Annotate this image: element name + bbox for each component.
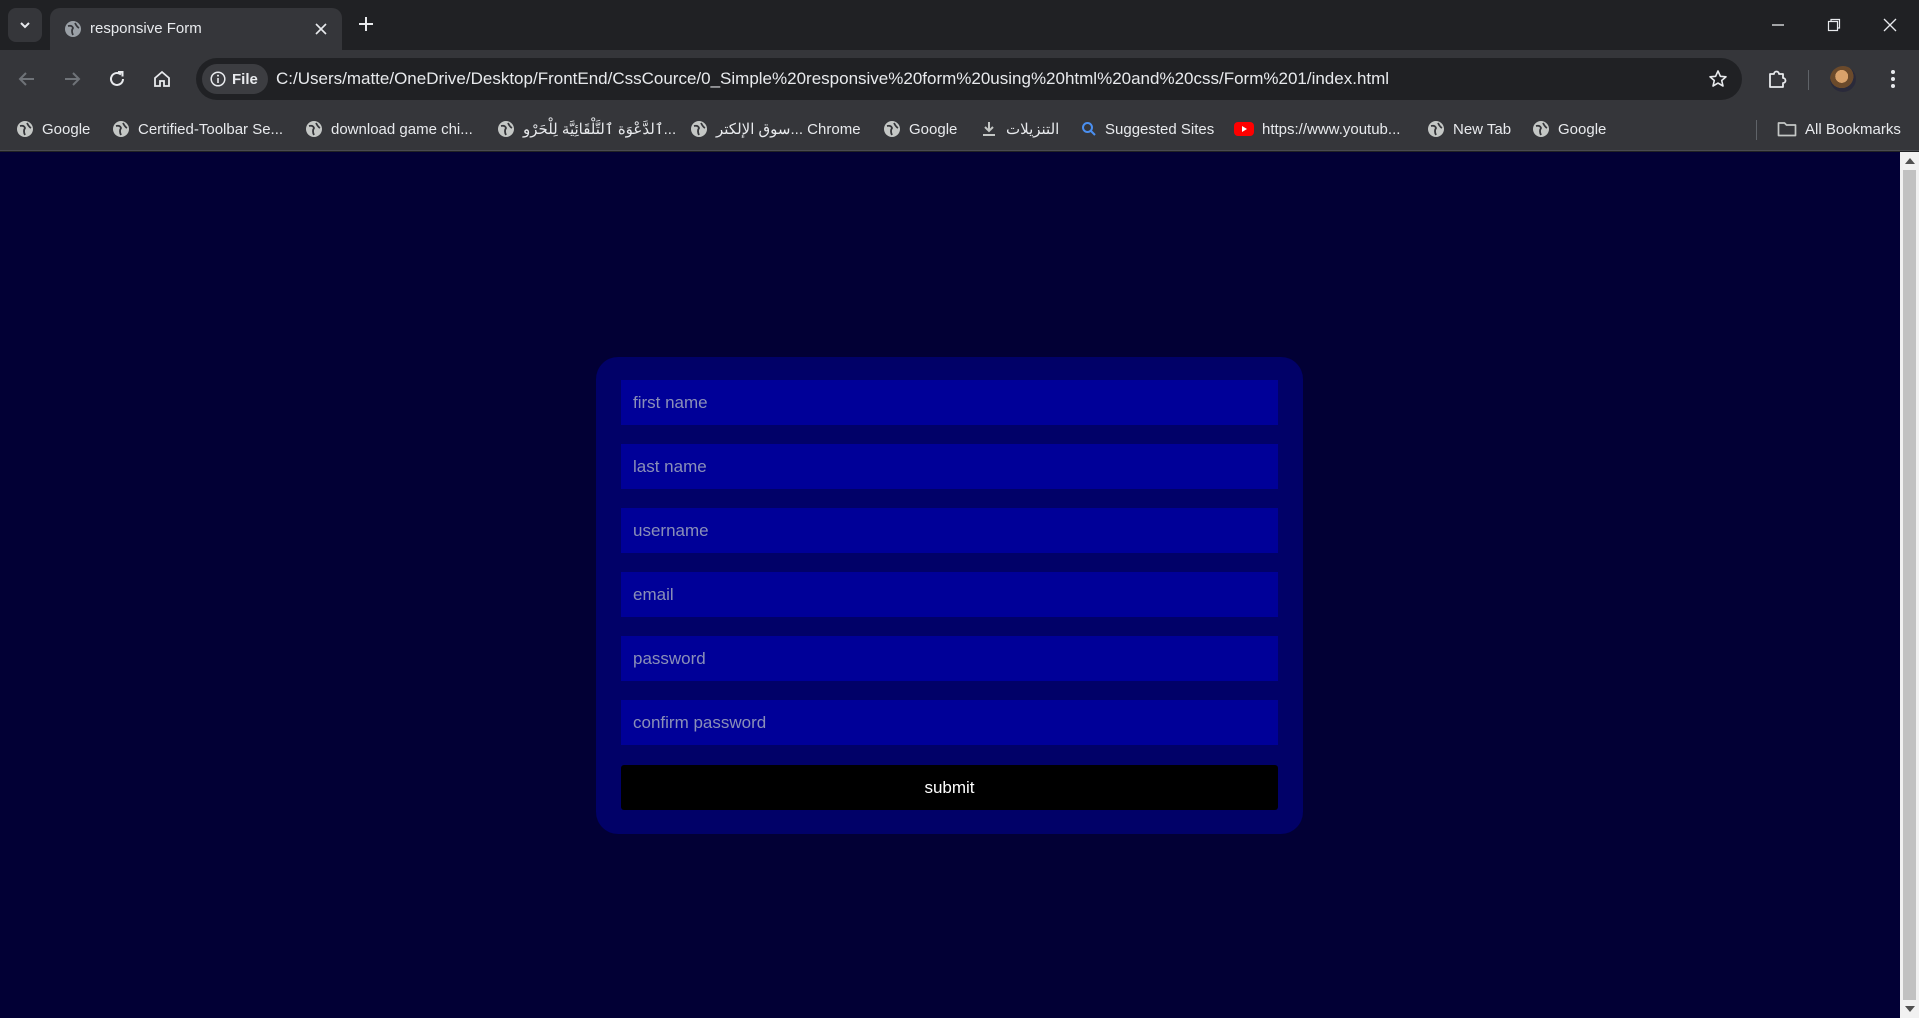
bookmark-label: Google <box>1558 120 1607 138</box>
star-icon <box>1709 70 1727 87</box>
globe-icon <box>884 121 900 137</box>
plus-icon <box>359 17 373 31</box>
browser-toolbar: File C:/Users/matte/OneDrive/Desktop/Fro… <box>0 50 1919 108</box>
bookmark-item[interactable]: Google <box>16 117 90 141</box>
scrollbar[interactable] <box>1900 152 1919 1018</box>
bookmark-item[interactable]: Google <box>1532 117 1606 141</box>
tab-strip: responsive Form <box>0 0 1919 50</box>
avatar <box>1830 66 1856 92</box>
globe-icon <box>306 121 322 137</box>
bookmark-label: Certified-Toolbar Se... <box>138 120 284 138</box>
scroll-up-arrow-icon[interactable] <box>1905 158 1915 164</box>
search-icon <box>1082 122 1096 136</box>
back-button[interactable] <box>10 62 44 96</box>
folder-icon <box>1777 122 1797 137</box>
globe-icon <box>65 21 81 37</box>
bookmark-item[interactable]: New Tab <box>1427 117 1511 141</box>
email-input[interactable] <box>621 572 1278 617</box>
minimize-button[interactable] <box>1750 0 1806 50</box>
bookmark-star-button[interactable] <box>1706 67 1730 91</box>
home-icon <box>154 70 170 87</box>
kebab-menu-icon <box>1891 70 1895 88</box>
bookmark-item[interactable]: https://www.youtub... <box>1234 117 1400 141</box>
extensions-button[interactable] <box>1760 62 1794 96</box>
tab-search-button[interactable] <box>8 8 42 42</box>
arrow-left-icon <box>18 72 34 86</box>
bookmarks-bar: Google Certified-Toolbar Se... download … <box>0 108 1919 151</box>
scroll-down-arrow-icon[interactable] <box>1905 1006 1915 1012</box>
menu-button[interactable] <box>1876 62 1910 96</box>
bookmark-label: ٱلدَّعْوَة ٱلتَّلْقَائِيَّة لِلْحَرْو... <box>523 121 677 138</box>
globe-icon <box>17 121 33 137</box>
globe-icon <box>691 121 707 137</box>
confirm-password-input[interactable] <box>621 700 1278 745</box>
bookmark-label: Google <box>909 120 958 138</box>
forward-button[interactable] <box>55 62 89 96</box>
globe-icon <box>1533 121 1549 137</box>
bookmark-label: Suggested Sites <box>1105 120 1215 138</box>
globe-icon <box>498 121 514 137</box>
last-name-input[interactable] <box>621 444 1278 489</box>
globe-icon <box>113 121 129 137</box>
bookmark-item[interactable]: Suggested Sites <box>1081 117 1214 141</box>
restore-button[interactable] <box>1806 0 1862 50</box>
bookmark-item[interactable]: التنزيلات <box>980 117 1059 141</box>
profile-button[interactable] <box>1826 62 1860 96</box>
active-tab[interactable]: responsive Form <box>50 8 342 50</box>
minimize-icon <box>1772 24 1784 26</box>
info-icon <box>210 71 226 87</box>
home-button[interactable] <box>145 62 179 96</box>
all-bookmarks-button[interactable]: All Bookmarks <box>1777 117 1901 141</box>
puzzle-icon <box>1769 70 1787 88</box>
youtube-icon <box>1234 122 1254 136</box>
scheme-label: File <box>232 70 258 88</box>
chevron-down-icon <box>20 22 30 29</box>
bookmark-item[interactable]: Google <box>883 117 957 141</box>
restore-icon <box>1827 18 1841 32</box>
bookmark-label: https://www.youtub... <box>1262 120 1401 138</box>
reload-button[interactable] <box>100 62 134 96</box>
bookmark-label: download game chi... <box>331 120 473 138</box>
submit-button[interactable]: submit <box>621 765 1278 810</box>
page-viewport: submit <box>0 152 1900 1018</box>
first-name-input[interactable] <box>621 380 1278 425</box>
bookmark-item[interactable]: ٱلدَّعْوَة ٱلتَّلْقَائِيَّة لِلْحَرْو... <box>497 117 676 141</box>
reload-icon <box>110 71 124 86</box>
globe-icon <box>1428 121 1444 137</box>
password-input[interactable] <box>621 636 1278 681</box>
close-icon <box>315 23 327 35</box>
bookmark-label: التنزيلات <box>1006 121 1060 138</box>
download-icon <box>983 122 995 136</box>
bookmark-item[interactable]: سوق الإلكتر... Chrome <box>690 117 861 141</box>
url-text: C:/Users/matte/OneDrive/Desktop/FrontEnd… <box>276 69 1390 88</box>
bookmark-item[interactable]: download game chi... <box>305 117 473 141</box>
tab-close-button[interactable] <box>310 18 332 40</box>
bookmark-label: Google <box>42 120 91 138</box>
arrow-right-icon <box>65 72 81 86</box>
bookmark-label: سوق الإلكتر... Chrome <box>716 121 861 138</box>
bookmark-label: New Tab <box>1453 120 1512 138</box>
site-info-chip[interactable]: File <box>202 64 268 94</box>
signup-form: submit <box>596 357 1303 834</box>
close-icon <box>1883 18 1897 32</box>
bookmarks-divider <box>1756 120 1757 140</box>
username-input[interactable] <box>621 508 1278 553</box>
all-bookmarks-label: All Bookmarks <box>1805 120 1901 138</box>
toolbar-divider <box>1808 70 1809 90</box>
bookmark-item[interactable]: Certified-Toolbar Se... <box>112 117 283 141</box>
new-tab-button[interactable] <box>352 10 380 38</box>
address-bar[interactable]: File C:/Users/matte/OneDrive/Desktop/Fro… <box>196 58 1742 100</box>
close-window-button[interactable] <box>1862 0 1918 50</box>
tab-title: responsive Form <box>90 20 202 37</box>
scrollbar-thumb[interactable] <box>1903 170 1916 1000</box>
